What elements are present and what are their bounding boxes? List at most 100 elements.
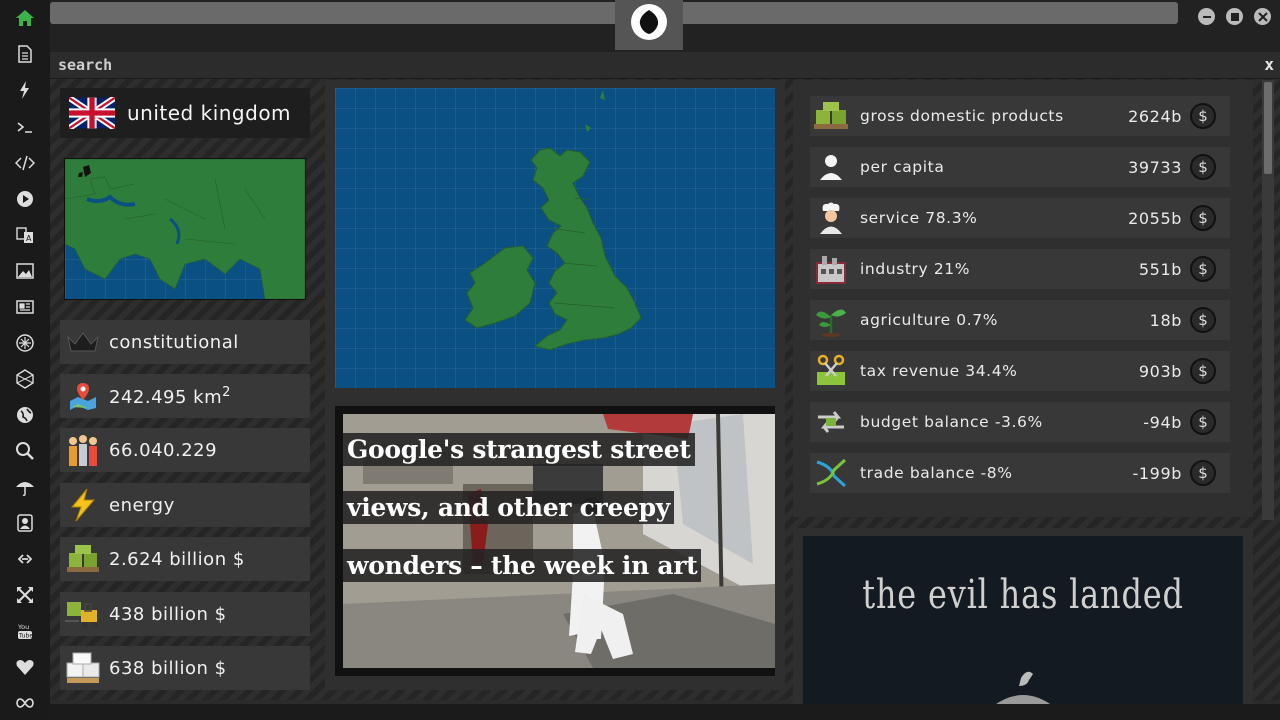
stat-value: 903b: [1138, 361, 1182, 381]
stat-row-gdp: gross domestic products 2624b $: [810, 96, 1230, 136]
population-card: 66.040.229: [60, 428, 310, 472]
home-icon[interactable]: [14, 7, 36, 29]
logo-tab[interactable]: [615, 0, 683, 50]
maximize-button[interactable]: [1226, 8, 1243, 25]
boxes-icon: [65, 650, 101, 686]
dollar-icon[interactable]: $: [1190, 409, 1216, 435]
area-card: 242.495 km2: [60, 374, 310, 418]
close-window-button[interactable]: [1254, 8, 1271, 25]
contact-icon[interactable]: [14, 512, 36, 534]
globe-icon[interactable]: [14, 404, 36, 426]
stat-value: 2055b: [1128, 208, 1182, 228]
sidebar: A You Tube: [0, 0, 50, 720]
crown-icon: [65, 324, 101, 360]
promo-banner[interactable]: the evil has landed: [803, 536, 1243, 706]
bird-statue-icon: [993, 671, 1053, 706]
status-bar: [50, 704, 1280, 720]
figure3-value: 638 billion $: [109, 657, 227, 679]
stat-label: per capita: [860, 158, 945, 176]
hexagon-icon[interactable]: [14, 368, 36, 390]
search-label[interactable]: search: [58, 56, 112, 74]
map-pin-icon: [65, 378, 101, 414]
document-icon[interactable]: [14, 43, 36, 65]
dollar-icon[interactable]: $: [1190, 154, 1216, 180]
chef-icon: [812, 199, 850, 237]
news-card[interactable]: Google's strangest street views, and oth…: [335, 406, 775, 676]
stat-row-budget-balance: budget balance -3.6% -94b $: [810, 402, 1230, 442]
money-pallet-icon: [65, 541, 101, 577]
stat-row-agriculture: agriculture 0.7% 18b $: [810, 300, 1230, 340]
stat-row-industry: industry 21% 551b $: [810, 249, 1230, 289]
image-icon[interactable]: [14, 260, 36, 282]
minimize-button[interactable]: [1198, 8, 1215, 25]
address-bar[interactable]: [50, 2, 1178, 24]
uk-flag-icon: [67, 95, 117, 131]
stat-label: agriculture 0.7%: [860, 311, 999, 329]
sector-value: energy: [109, 494, 175, 516]
stat-row-per-capita: per capita 39733 $: [810, 147, 1230, 187]
rebel-logo-icon: [631, 4, 667, 40]
scissors-money-icon: [812, 352, 850, 390]
country-map[interactable]: [335, 88, 775, 388]
stat-value: 551b: [1138, 259, 1182, 279]
factory-icon: [812, 250, 850, 288]
link-icon[interactable]: [14, 548, 36, 570]
people-icon: [65, 432, 101, 468]
gdp-value: 2.624 billion $: [109, 548, 245, 570]
stat-row-trade-balance: trade balance -8% -199b $: [810, 453, 1230, 493]
stat-label: budget balance -3.6%: [860, 413, 1043, 431]
terminal-icon[interactable]: [14, 116, 36, 138]
country-header: united kingdom: [60, 88, 310, 138]
svg-text:You: You: [17, 623, 29, 631]
svg-text:Tube: Tube: [18, 633, 33, 640]
sector-card: energy: [60, 483, 310, 527]
country-name: united kingdom: [127, 101, 292, 125]
money-pallet-icon: [812, 97, 850, 135]
figure3-card: 638 billion $: [60, 646, 310, 690]
sprout-icon: [812, 301, 850, 339]
energy-bolt-icon: [65, 487, 101, 523]
translate-icon[interactable]: A: [14, 224, 36, 246]
umbrella-icon[interactable]: [14, 476, 36, 498]
trade-cross-icon: [812, 454, 850, 492]
scroll-thumb[interactable]: [1264, 82, 1272, 174]
person-icon: [812, 148, 850, 186]
dollar-icon[interactable]: $: [1190, 460, 1216, 486]
close-search-button[interactable]: x: [1264, 55, 1274, 74]
news-headline-line3: wonders – the week in art: [343, 549, 702, 582]
news-headline-line1: Google's strangest street: [343, 433, 695, 466]
star-burst-icon[interactable]: [14, 332, 36, 354]
heart-icon[interactable]: [14, 656, 36, 678]
stat-label: gross domestic products: [860, 107, 1064, 125]
dollar-icon[interactable]: $: [1190, 307, 1216, 333]
stat-value: 39733: [1128, 157, 1182, 177]
figure2-card: 438 billion $: [60, 592, 310, 636]
figure2-value: 438 billion $: [109, 603, 227, 625]
search-icon[interactable]: [14, 440, 36, 462]
stats-scrollbar[interactable]: [1262, 80, 1274, 520]
stat-value: -94b: [1143, 412, 1182, 432]
government-card: constitutional: [60, 320, 310, 364]
news-headline-line2: views, and other creepy: [343, 491, 674, 524]
youtube-icon[interactable]: You Tube: [14, 620, 36, 642]
expand-icon[interactable]: [14, 584, 36, 606]
lightning-icon[interactable]: [14, 79, 36, 101]
exchange-arrows-icon: [812, 403, 850, 441]
promo-text: the evil has landed: [862, 572, 1184, 618]
dollar-icon[interactable]: $: [1190, 256, 1216, 282]
dollar-icon[interactable]: $: [1190, 358, 1216, 384]
dollar-icon[interactable]: $: [1190, 103, 1216, 129]
code-icon[interactable]: [14, 152, 36, 174]
newspaper-icon[interactable]: [14, 296, 36, 318]
infinity-icon[interactable]: [14, 692, 36, 714]
dollar-icon[interactable]: $: [1190, 205, 1216, 231]
gdp-card: 2.624 billion $: [60, 537, 310, 581]
svg-text:A: A: [26, 234, 32, 243]
stats-panel: [793, 80, 1253, 517]
stat-label: tax revenue 34.4%: [860, 362, 1018, 380]
world-minimap[interactable]: [64, 158, 306, 300]
stat-label: service 78.3%: [860, 209, 978, 227]
stat-value: 2624b: [1128, 106, 1182, 126]
play-icon[interactable]: [14, 188, 36, 210]
search-bar: search x: [50, 52, 1280, 79]
